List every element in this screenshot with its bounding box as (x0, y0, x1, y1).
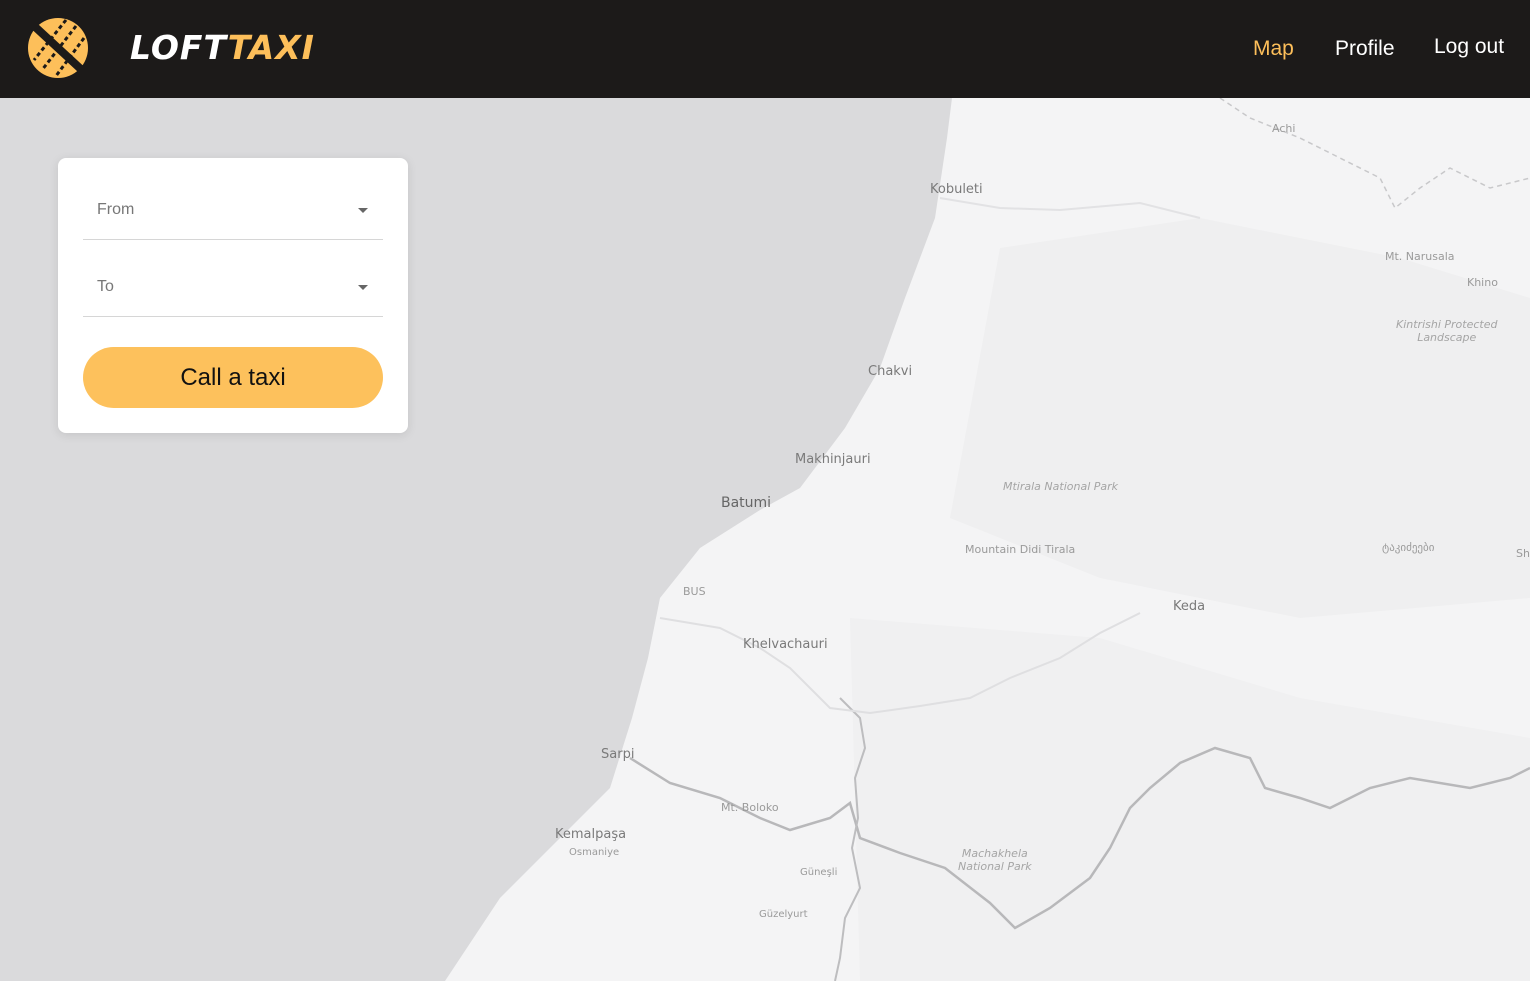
nav-map[interactable]: Map (1253, 0, 1294, 98)
order-form: From To Call a taxi (58, 158, 408, 433)
map-label: Keda (1173, 599, 1206, 614)
logo[interactable]: LOFTTAXI (26, 16, 314, 80)
logo-text-taxi: TAXI (227, 28, 315, 67)
map-label: Sarpi (601, 747, 635, 762)
caret-down-icon (358, 285, 368, 290)
map-label: Mt. Narusala (1385, 250, 1455, 263)
map-label: Machakhela National Park (958, 847, 1032, 873)
map-label: Kemalpaşa (555, 827, 627, 842)
map-label: Sh (1516, 547, 1530, 560)
nav-profile[interactable]: Profile (1335, 0, 1395, 98)
app-header: LOFTTAXI Map Profile Log out (0, 0, 1530, 98)
from-select[interactable]: From (83, 183, 383, 240)
map-label: BUS (683, 585, 706, 598)
taxi-logo-icon (28, 18, 88, 78)
map-label: Mt. Boloko (721, 801, 779, 814)
map-label: Kobuleti (930, 182, 983, 197)
call-taxi-button[interactable]: Call a taxi (83, 347, 383, 408)
map-label: Güzelyurt (759, 909, 808, 920)
map-label: Khelvachauri (743, 637, 828, 652)
from-placeholder: From (97, 201, 135, 218)
map-label: Güneşli (800, 867, 838, 878)
map-label: Mountain Didi Tirala (965, 543, 1076, 556)
map-label: Osmaniye (569, 847, 620, 858)
map-label: Batumi (721, 495, 772, 511)
map-label: Makhinjauri (795, 452, 871, 467)
map-label: Mtirala National Park (1003, 480, 1119, 493)
nav-logout[interactable]: Log out (1434, 0, 1504, 96)
caret-down-icon (358, 208, 368, 213)
to-placeholder: To (97, 278, 114, 295)
logo-text: LOFTTAXI (130, 28, 315, 67)
to-select[interactable]: To (83, 260, 383, 317)
map-label: ტაკიძეები (1382, 541, 1435, 554)
map-label: Kintrishi Protected Landscape (1396, 318, 1498, 344)
logo-text-loft: LOFT (130, 28, 228, 67)
map-label: Khino (1467, 276, 1498, 289)
map-label: Chakvi (868, 364, 913, 379)
map-label: Achi (1272, 122, 1296, 135)
